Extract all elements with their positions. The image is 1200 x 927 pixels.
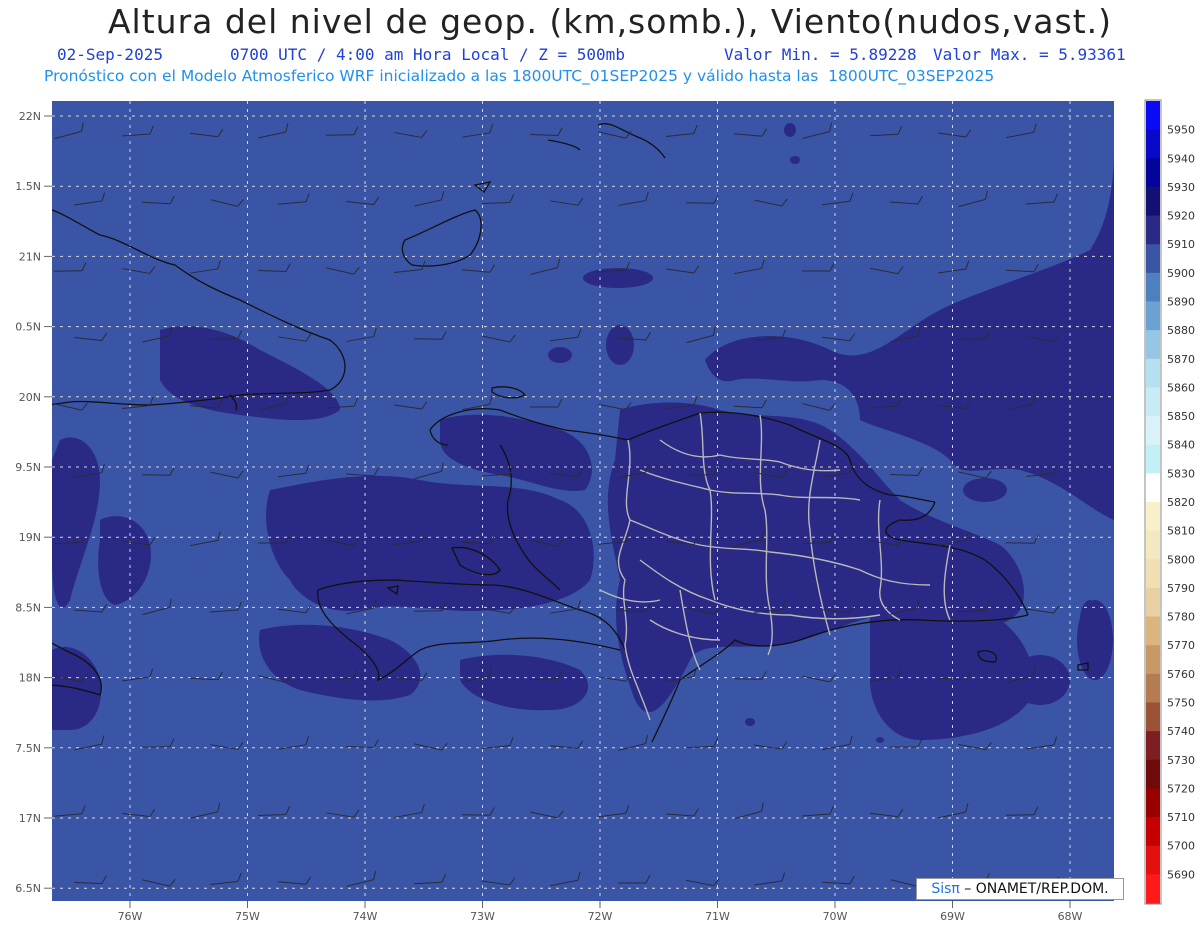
colorbar-cell <box>1146 587 1160 618</box>
colorbar-cell <box>1146 559 1160 589</box>
lon-label: 74W <box>353 910 378 923</box>
colorbar-label: 5810 <box>1167 525 1195 538</box>
colorbar-label: 5800 <box>1167 553 1195 566</box>
colorbar-cell <box>1146 473 1160 503</box>
colorbar-label: 5690 <box>1167 868 1195 881</box>
credit-text: – ONAMET/REP.DOM. <box>959 881 1109 897</box>
colorbar-label: 5900 <box>1167 267 1195 280</box>
colorbar-label: 5710 <box>1167 811 1195 824</box>
lon-label: 72W <box>588 910 613 923</box>
colorbar-cell <box>1146 330 1160 360</box>
lat-label: 1.5N <box>15 180 41 193</box>
colorbar-label: 5770 <box>1167 639 1195 652</box>
lat-label: 21N <box>19 250 41 263</box>
lon-label: 76W <box>118 910 143 923</box>
lon-label: 73W <box>470 910 495 923</box>
colorbar-cell <box>1146 444 1160 474</box>
colorbar-cell <box>1146 101 1160 131</box>
colorbar-cell <box>1146 731 1160 761</box>
colorbar-label: 5780 <box>1167 611 1195 624</box>
colorbar-cell <box>1146 673 1160 703</box>
colorbar-label: 5950 <box>1167 124 1195 137</box>
colorbar-cell <box>1146 616 1160 646</box>
lon-label: 75W <box>235 910 260 923</box>
colorbar-label: 5730 <box>1167 754 1195 767</box>
colorbar-cell <box>1146 272 1160 302</box>
colorbar-label: 5880 <box>1167 324 1195 337</box>
credit-brand: Sisπ <box>931 881 960 897</box>
colorbar-cell <box>1146 129 1160 159</box>
map-canvas: 22N 1.5N 21N 0.5N 20N 9.5N 19N 8.5N 18N 7.5N 17N 6.… <box>15 99 1195 923</box>
colorbar-label: 5870 <box>1167 353 1195 366</box>
lon-label: 68W <box>1058 910 1083 923</box>
colorbar-label: 5940 <box>1167 152 1195 165</box>
colorbar-cell <box>1146 788 1160 818</box>
lon-label: 69W <box>940 910 965 923</box>
lat-label: 22N <box>19 110 41 123</box>
colorbar-label: 5740 <box>1167 725 1195 738</box>
lat-label: 17N <box>19 812 41 825</box>
colorbar-cell <box>1146 502 1160 532</box>
colorbar-cell <box>1146 244 1160 274</box>
lon-label: 71W <box>705 910 730 923</box>
colorbar-cell <box>1146 387 1160 417</box>
colorbar-label: 5790 <box>1167 582 1195 595</box>
colorbar-cell <box>1146 215 1160 245</box>
lat-label: 19N <box>19 531 41 544</box>
colorbar-label: 5720 <box>1167 782 1195 795</box>
lat-label: 9.5N <box>15 461 41 474</box>
colorbar-label: 5930 <box>1167 181 1195 194</box>
colorbar-label: 5850 <box>1167 410 1195 423</box>
colorbar-cell <box>1146 530 1160 560</box>
colorbar-cell <box>1146 759 1160 789</box>
colorbar-label: 5750 <box>1167 697 1195 710</box>
geopotential-base-field <box>52 101 1114 901</box>
colorbar-label: 5760 <box>1167 668 1195 681</box>
longitude-labels: 76W 75W 74W 73W 72W 71W 70W 69W 68W <box>118 910 1083 923</box>
colorbar-cell <box>1146 845 1160 875</box>
credit-box: Sisπ – ONAMET/REP.DOM. <box>916 878 1124 900</box>
colorbar-cell <box>1146 301 1160 331</box>
colorbar-cell <box>1146 817 1160 847</box>
colorbar-cell <box>1146 158 1160 188</box>
colorbar: 5950 5940 5930 5920 5910 5900 5890 5880 5870 5860… <box>1144 99 1195 905</box>
lat-label: 8.5N <box>15 601 41 614</box>
lat-label: 20N <box>19 391 41 404</box>
colorbar-cell <box>1146 358 1160 388</box>
colorbar-label: 5700 <box>1167 840 1195 853</box>
latitude-labels: 22N 1.5N 21N 0.5N 20N 9.5N 19N 8.5N 18N 7.5N 17N 6.… <box>15 110 41 895</box>
lat-label: 18N <box>19 672 41 685</box>
colorbar-cell <box>1146 186 1160 217</box>
lat-label: 7.5N <box>15 742 41 755</box>
colorbar-label: 5830 <box>1167 467 1195 480</box>
colorbar-label: 5890 <box>1167 296 1195 309</box>
colorbar-label: 5920 <box>1167 210 1195 223</box>
colorbar-label: 5860 <box>1167 381 1195 394</box>
lat-label: 6.5N <box>15 882 41 895</box>
lon-label: 70W <box>823 910 848 923</box>
colorbar-cell <box>1146 702 1160 732</box>
colorbar-cell <box>1146 645 1160 675</box>
lat-label: 0.5N <box>15 321 41 334</box>
colorbar-label: 5910 <box>1167 238 1195 251</box>
colorbar-label: 5820 <box>1167 496 1195 509</box>
colorbar-cell <box>1146 874 1160 904</box>
colorbar-label: 5840 <box>1167 439 1195 452</box>
colorbar-cell <box>1146 416 1160 446</box>
